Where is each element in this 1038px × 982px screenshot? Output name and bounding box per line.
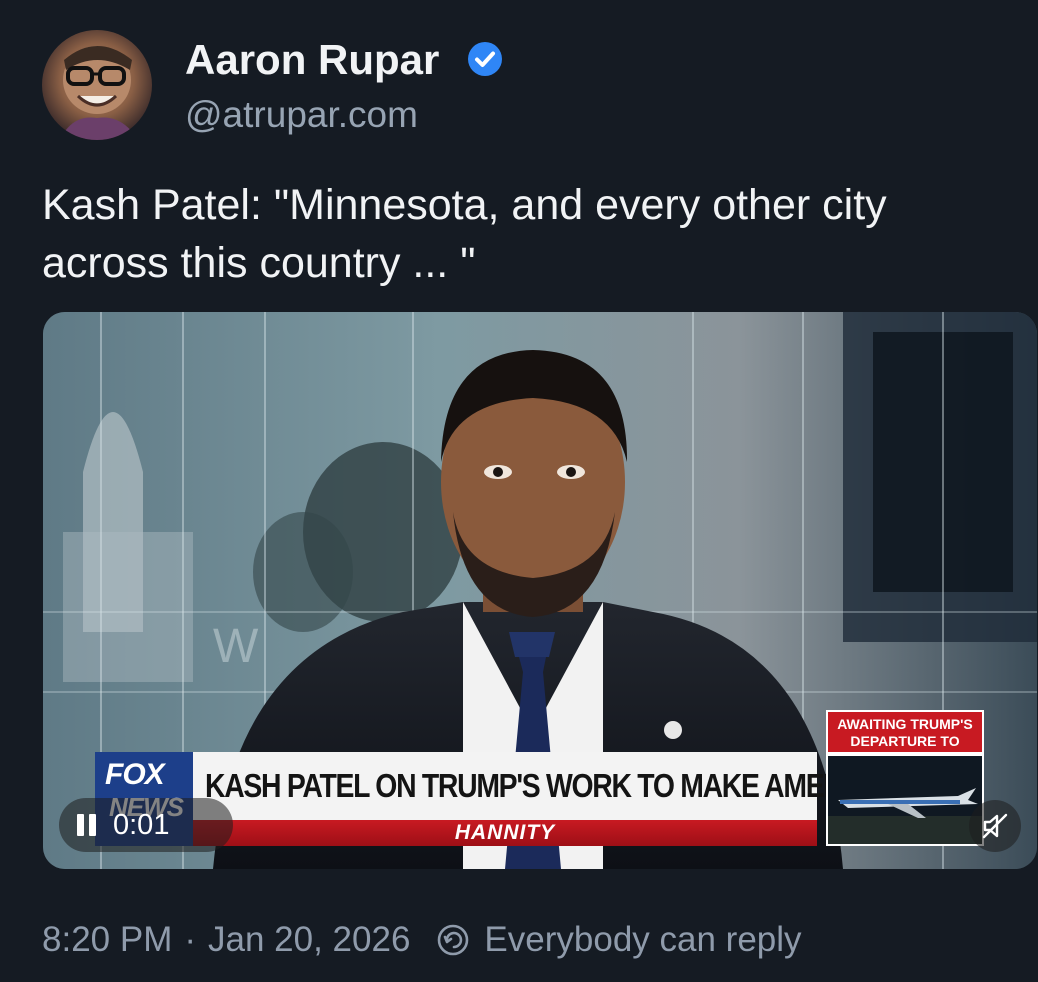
mute-button[interactable] <box>969 800 1021 852</box>
svg-text:W: W <box>213 620 259 673</box>
post-meta: 8:20 PM · Jan 20, 2026 Everybody can rep… <box>42 918 802 962</box>
playback-control[interactable]: 0:01 <box>59 798 233 852</box>
video-player[interactable]: W FOX NEWS KASH PATEL ON TRUMP'S WORK TO… <box>43 312 1037 869</box>
reply-setting-label[interactable]: Everybody can reply <box>484 920 801 960</box>
verified-badge-icon <box>468 42 502 76</box>
meta-separator: · <box>184 920 197 959</box>
video-elapsed-time: 0:01 <box>113 809 170 841</box>
post-time[interactable]: 8:20 PM <box>42 920 172 960</box>
chyron-headline: KASH PATEL ON TRUMP'S WORK TO MAKE AMERI… <box>193 752 984 820</box>
author-name[interactable]: Aaron Rupar <box>185 36 439 84</box>
side-box-caption: AWAITING TRUMP'S DEPARTURE TO DAVOS <box>826 710 984 766</box>
avatar[interactable] <box>42 30 152 140</box>
chyron-show-name: HANNITY <box>193 820 817 846</box>
post-text: Kash Patel: "Minnesota, and every other … <box>42 181 887 287</box>
post-date[interactable]: Jan 20, 2026 <box>208 920 410 960</box>
reply-settings-icon <box>438 924 469 956</box>
muted-speaker-icon <box>982 813 1008 839</box>
pause-icon[interactable] <box>77 814 99 836</box>
side-box-video <box>826 754 984 846</box>
author-handle[interactable]: @atrupar.com <box>185 94 418 136</box>
logo-fox-text: FOX <box>105 758 165 791</box>
